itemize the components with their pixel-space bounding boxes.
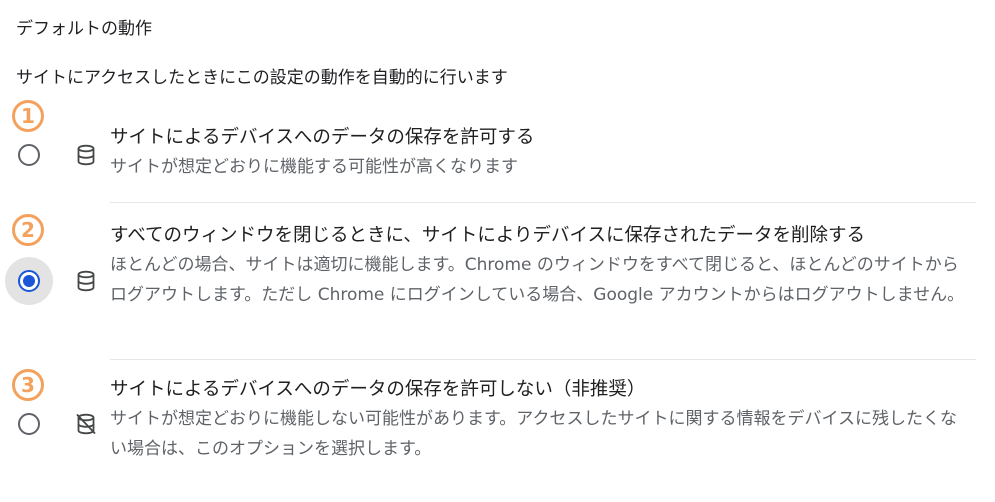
option-label: サイトによるデバイスへのデータの保存を許可しない（非推奨）	[110, 379, 646, 400]
section-title: デフォルトの動作	[16, 19, 152, 39]
option-allow[interactable]: サイトによるデバイスへのデータの保存を許可する サイトが想定どおりに機能する可能…	[110, 124, 972, 182]
radio-button-selected[interactable]	[18, 270, 40, 292]
database-icon	[77, 144, 95, 166]
radio-dot	[23, 275, 35, 287]
radio-option-block[interactable]	[5, 400, 53, 448]
annotation-marker-3: 3	[12, 369, 44, 401]
option-description: ほとんどの場合、サイトは適切に機能します。Chrome のウィンドウをすべて閉じ…	[110, 255, 965, 305]
database-icon	[77, 270, 95, 292]
annotation-marker-1: 1	[12, 100, 44, 132]
divider	[110, 359, 976, 360]
annotation-marker-2: 2	[12, 214, 44, 246]
section-description: サイトにアクセスしたときにこの設定の動作を自動的に行います	[16, 68, 508, 88]
option-label: サイトによるデバイスへのデータの保存を許可する	[110, 127, 535, 148]
option-description: サイトが想定どおりに機能しない可能性があります。アクセスしたサイトに関する情報を…	[110, 409, 957, 459]
database-off-icon	[76, 413, 96, 435]
option-clear-on-exit[interactable]: すべてのウィンドウを閉じるときに、サイトによりデバイスに保存されたデータを削除す…	[110, 222, 972, 310]
radio-option-allow[interactable]	[5, 131, 53, 179]
option-block[interactable]: サイトによるデバイスへのデータの保存を許可しない（非推奨） サイトが想定どおりに…	[110, 376, 972, 464]
radio-button[interactable]	[18, 413, 40, 435]
divider	[110, 202, 976, 203]
option-description: サイトが想定どおりに機能する可能性が高くなります	[110, 157, 518, 177]
radio-option-clear-on-exit[interactable]	[5, 257, 53, 305]
radio-button[interactable]	[18, 144, 40, 166]
option-label: すべてのウィンドウを閉じるときに、サイトによりデバイスに保存されたデータを削除す…	[110, 225, 865, 246]
